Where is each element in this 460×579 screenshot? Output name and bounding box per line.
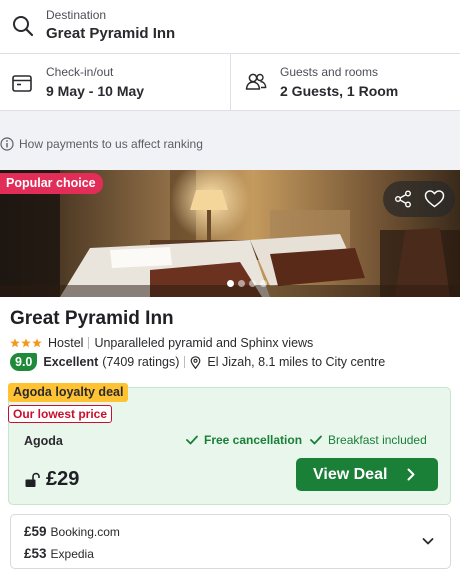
carousel-dot[interactable] [238,280,245,287]
property-summary-row: Hostel Unparalleled pyramid and Sphinx v… [10,335,313,351]
property-highlight: Unparalleled pyramid and Sphinx views [94,336,314,350]
star-icon [10,338,20,348]
carousel-dot[interactable] [227,280,234,287]
lowest-price-badge: Our lowest price [8,405,113,423]
other-price-site: Booking.com [50,525,120,539]
hotel-name[interactable]: Great Pyramid Inn [10,308,174,330]
review-score-word: Excellent [43,355,99,369]
property-card[interactable]: Popular choice Great Pyramid Inn Hostel … [0,170,460,579]
photo-actions [383,181,455,217]
check-icon [186,435,198,445]
ratings-count: (7409 ratings) [102,355,180,369]
destination-label: Destination [46,8,107,22]
destination-field[interactable]: Destination Great Pyramid Inn [0,0,460,54]
carousel-dot[interactable] [249,280,256,287]
property-photo-carousel[interactable]: Popular choice [0,170,460,297]
info-icon [0,137,14,151]
other-prices-panel[interactable]: £59 Booking.com £53 Expedia [10,514,451,569]
star-rating [10,338,42,348]
dates-field[interactable]: Check-in/out 9 May - 10 May [0,54,231,111]
search-icon [13,16,34,37]
check-icon [310,435,322,445]
chevron-right-icon [407,468,415,481]
divider [88,337,90,349]
other-price-site: Expedia [50,547,94,561]
divider [184,356,186,368]
ranking-info-link[interactable]: How payments to us affect ranking [0,136,203,152]
ranking-info-text: How payments to us affect ranking [19,137,203,151]
unlocked-price-icon [25,472,40,487]
guests-label: Guests and rooms [280,65,379,79]
dates-value: 9 May - 10 May [46,83,145,99]
deal-provider: Agoda [24,434,63,448]
calendar-icon [12,75,32,92]
deal-price: £29 [46,468,80,490]
deal-perks: Free cancellation Breakfast included [186,433,427,447]
location-pin-icon [191,355,201,369]
property-type: Hostel [48,336,84,350]
breakfast-perk: Breakfast included [310,433,427,447]
free-cancellation-perk: Free cancellation [186,433,302,447]
carousel-dot[interactable] [260,280,267,287]
guests-field[interactable]: Guests and rooms 2 Guests, 1 Room [232,54,460,111]
free-cancellation-text: Free cancellation [204,433,303,447]
breakfast-text: Breakfast included [328,433,427,447]
view-deal-label: View Deal [313,465,388,483]
star-icon [21,338,31,348]
other-price-value: £59 [24,524,47,539]
chevron-down-icon[interactable] [422,537,434,546]
other-price-value: £53 [24,546,47,561]
guests-icon [245,73,267,90]
star-icon [32,338,42,348]
popular-choice-badge: Popular choice [0,173,103,194]
view-deal-button[interactable]: View Deal [296,458,438,491]
search-summary: Destination Great Pyramid Inn Check-in/o… [0,0,460,111]
other-price-row: £59 Booking.com [24,524,120,539]
dates-label: Check-in/out [46,65,114,79]
destination-value: Great Pyramid Inn [46,25,176,42]
other-price-row: £53 Expedia [24,546,94,561]
favorite-heart-icon[interactable] [424,189,445,209]
loyalty-deal-badge: Agoda loyalty deal [8,383,129,402]
carousel-indicators [227,280,267,287]
guests-value: 2 Guests, 1 Room [280,83,399,99]
review-score-badge: 9.0 [10,353,38,371]
property-location: El Jizah, 8.1 miles to City centre [207,355,386,369]
rating-location-row: 9.0 Excellent (7409 ratings) El Jizah, 8… [10,353,385,371]
share-icon[interactable] [393,189,413,209]
